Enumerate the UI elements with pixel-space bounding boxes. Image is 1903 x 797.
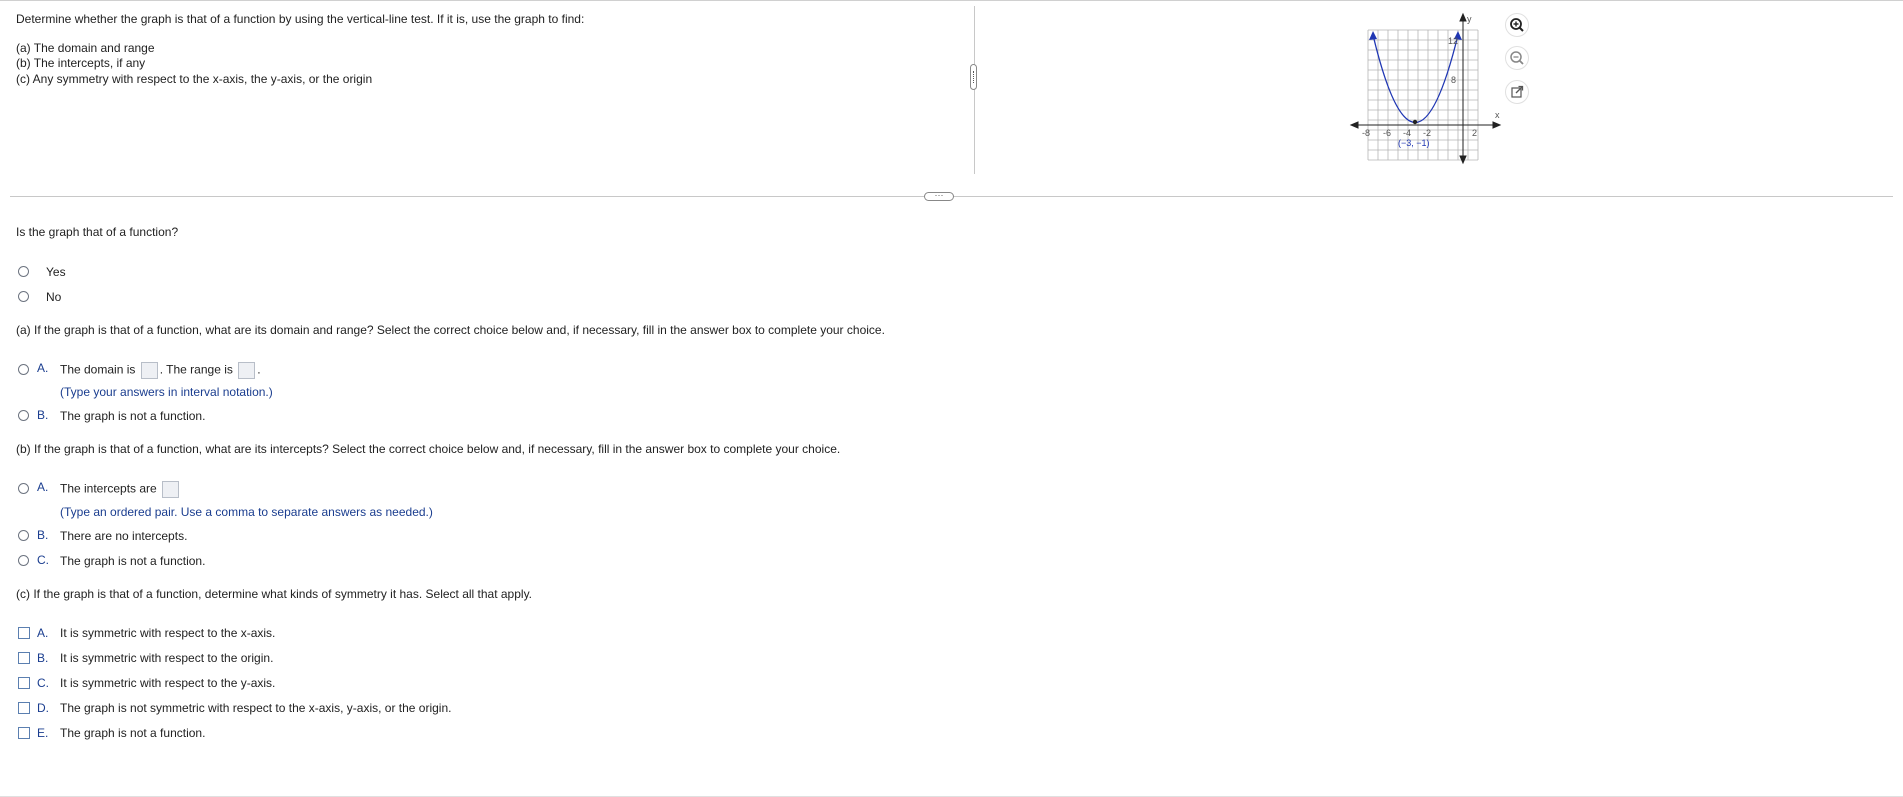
part-c-question: (c) If the graph is that of a function, … [16, 587, 533, 601]
part-b-radio-b[interactable] [18, 530, 29, 541]
part-b-radio-c[interactable] [18, 555, 29, 566]
vertex-point [1412, 119, 1418, 125]
part-c-checkbox-b[interactable] [18, 652, 30, 664]
vertical-resize-handle[interactable] [970, 64, 977, 90]
part-c-letter-e[interactable]: E. [37, 726, 48, 740]
part-c-option-d[interactable]: The graph is not symmetric with respect … [60, 701, 451, 715]
x-tick-label: 2 [1472, 128, 1477, 138]
part-b-option-b[interactable]: There are no intercepts. [60, 529, 187, 543]
popout-icon [1511, 85, 1524, 98]
part-b-letter-b[interactable]: B. [37, 528, 48, 542]
curve-arrow-left [1369, 31, 1377, 40]
part-b-hint: (Type an ordered pair. Use a comma to se… [60, 505, 433, 519]
range-period: . [257, 362, 261, 377]
part-c-checkbox-c[interactable] [18, 677, 30, 689]
y-axis-label: y [1467, 14, 1472, 24]
range-label: . The range is [159, 362, 233, 377]
part-c-option-c[interactable]: It is symmetric with respect to the y-ax… [60, 676, 275, 690]
zoom-out-button[interactable] [1505, 46, 1529, 70]
zoom-out-icon [1510, 51, 1524, 65]
x-tick-label: -4 [1403, 128, 1411, 138]
radio-yes[interactable] [18, 266, 29, 277]
x-tick-label: -2 [1423, 128, 1431, 138]
part-b-letter-c[interactable]: C. [37, 553, 49, 567]
popout-button[interactable] [1505, 80, 1529, 104]
intercepts-answer-box[interactable] [162, 481, 180, 498]
domain-label: The domain is [60, 362, 136, 377]
prompt-item-b: (b) The intercepts, if any [16, 56, 146, 70]
part-c-letter-d[interactable]: D. [37, 701, 49, 715]
x-tick-label: -8 [1362, 128, 1370, 138]
part-b-option-c[interactable]: The graph is not a function. [60, 554, 205, 568]
domain-answer-box[interactable] [140, 362, 158, 379]
y-tick-label: 8 [1451, 75, 1456, 85]
vertical-divider [974, 6, 975, 174]
part-b-option-a: The intercepts are [60, 481, 181, 498]
zoom-in-icon [1510, 18, 1524, 32]
part-c-checkbox-d[interactable] [18, 702, 30, 714]
part-a-radio-a[interactable] [18, 364, 29, 375]
part-b-letter-a[interactable]: A. [37, 480, 48, 494]
prompt-intro: Determine whether the graph is that of a… [16, 12, 585, 26]
question-function-text: Is the graph that of a function? [16, 225, 179, 239]
y-tick-label: 12 [1448, 36, 1458, 46]
option-no-label[interactable]: No [46, 290, 61, 304]
part-b-question: (b) If the graph is that of a function, … [16, 442, 841, 456]
option-yes-label[interactable]: Yes [46, 265, 66, 279]
part-c-option-e[interactable]: The graph is not a function. [60, 726, 205, 740]
prompt-item-a: (a) The domain and range [16, 41, 155, 55]
vertex-label: (−3, −1) [1398, 138, 1430, 148]
part-a-option-b[interactable]: The graph is not a function. [60, 409, 205, 423]
x-axis-label: x [1495, 110, 1500, 120]
part-a-letter-a[interactable]: A. [37, 361, 48, 375]
part-a-radio-b[interactable] [18, 410, 29, 421]
zoom-in-button[interactable] [1505, 13, 1529, 37]
part-c-option-a[interactable]: It is symmetric with respect to the x-ax… [60, 626, 275, 640]
prompt-item-c: (c) Any symmetry with respect to the x-a… [16, 72, 373, 86]
x-tick-label: -6 [1383, 128, 1391, 138]
part-a-question: (a) If the graph is that of a function, … [16, 323, 885, 337]
part-c-checkbox-a[interactable] [18, 627, 30, 639]
range-answer-box[interactable] [238, 362, 256, 379]
part-c-checkbox-e[interactable] [18, 727, 30, 739]
part-a-letter-b[interactable]: B. [37, 408, 48, 422]
part-c-option-b[interactable]: It is symmetric with respect to the orig… [60, 651, 273, 665]
part-b-radio-a[interactable] [18, 483, 29, 494]
part-c-letter-b[interactable]: B. [37, 651, 48, 665]
part-a-hint: (Type your answers in interval notation.… [60, 385, 273, 399]
part-c-letter-c[interactable]: C. [37, 676, 49, 690]
parabola-graph: y x 12 8 -8 -6 -4 -2 2 (−3, −1) [1349, 12, 1502, 165]
part-a-option-a: The domain is . The range is . [60, 362, 261, 379]
horizontal-resize-handle[interactable]: ··· [924, 191, 954, 201]
radio-no[interactable] [18, 291, 29, 302]
parabola-curve [1372, 34, 1459, 123]
intercepts-label: The intercepts are [60, 481, 157, 496]
top-border [0, 0, 1903, 1]
part-c-letter-a[interactable]: A. [37, 626, 48, 640]
